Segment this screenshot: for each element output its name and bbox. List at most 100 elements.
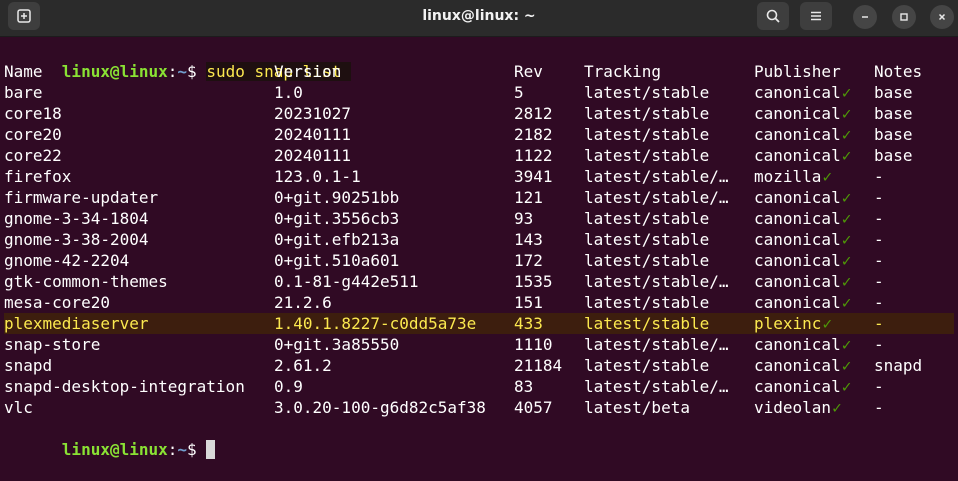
cell-version: 0+git.90251bb: [274, 188, 400, 207]
cell-name: gnome-3-34-1804: [4, 209, 149, 228]
cell-publisher: mozilla✓: [754, 166, 832, 187]
cell-tracking: latest/beta: [584, 398, 690, 417]
cell-publisher: canonical✓: [754, 187, 851, 208]
cell-rev: 1535: [514, 272, 553, 291]
cell-tracking: latest/stable: [584, 251, 710, 270]
cell-publisher: canonical✓: [754, 334, 851, 355]
cell-version: 20240111: [274, 125, 352, 144]
verified-check-icon: ✓: [841, 230, 852, 249]
cell-rev: 4057: [514, 398, 553, 417]
cell-name: snapd-desktop-integration: [4, 377, 245, 396]
publisher-name: canonical: [754, 125, 841, 144]
cell-publisher: canonical✓: [754, 376, 851, 397]
cell-rev: 1122: [514, 146, 553, 165]
cell-name: core18: [4, 104, 62, 123]
cell-version: 0+git.3556cb3: [274, 209, 400, 228]
table-row: snapd-desktop-integration 0.9 83 latest/sta…: [4, 376, 954, 397]
cell-version: 0+git.efb213a: [274, 230, 400, 249]
table-row: snapd 2.61.2 21184 latest/stable canonical✓ s…: [4, 355, 954, 376]
cell-rev: 143: [514, 230, 543, 249]
table-row: core22 20240111 1122 latest/stable canonical…: [4, 145, 954, 166]
publisher-name: canonical: [754, 83, 841, 102]
verified-check-icon: ✓: [841, 83, 852, 102]
publisher-name: canonical: [754, 293, 841, 312]
cell-notes: -: [874, 398, 884, 417]
cell-notes: -: [874, 314, 884, 333]
publisher-name: plexinc: [754, 314, 822, 333]
cell-tracking: latest/stable: [584, 104, 710, 123]
cell-rev: 151: [514, 293, 543, 312]
cell-publisher: canonical✓: [754, 82, 851, 103]
cell-publisher: canonical✓: [754, 355, 851, 376]
cell-name: core20: [4, 125, 62, 144]
cell-name: gnome-42-2204: [4, 251, 130, 270]
cell-name: core22: [4, 146, 62, 165]
cell-version: 0.1-81-g442e511: [274, 272, 419, 291]
cell-tracking: latest/stable: [584, 146, 710, 165]
minimize-button[interactable]: [853, 5, 877, 29]
verified-check-icon: ✓: [841, 377, 852, 396]
cell-version: 2.61.2: [274, 356, 332, 375]
cell-publisher: plexinc✓: [754, 313, 832, 334]
menu-button[interactable]: [800, 2, 832, 30]
cell-rev: 83: [514, 377, 534, 396]
search-button[interactable]: [757, 2, 789, 30]
cell-publisher: canonical✓: [754, 145, 851, 166]
cell-rev: 433: [514, 314, 543, 333]
cell-name: gnome-3-38-2004: [4, 230, 149, 249]
cell-rev: 93: [514, 209, 534, 228]
cell-tracking: latest/stable: [584, 209, 710, 228]
final-prompt-line: linux@linux:~$: [4, 418, 954, 459]
cell-name: bare: [4, 83, 43, 102]
cell-rev: 172: [514, 251, 543, 270]
cell-publisher: canonical✓: [754, 292, 851, 313]
command-prompt-line: linux@linux:~$ sudo snap list: [4, 40, 954, 81]
verified-check-icon: ✓: [841, 209, 852, 228]
close-button[interactable]: [930, 5, 954, 29]
cell-publisher: canonical✓: [754, 229, 851, 250]
verified-check-icon: ✓: [822, 314, 833, 333]
cell-tracking: latest/stable: [584, 230, 710, 249]
cell-rev: 21184: [514, 356, 563, 375]
publisher-name: canonical: [754, 188, 841, 207]
cell-notes: -: [874, 188, 884, 207]
cell-version: 0+git.3a85550: [274, 335, 400, 354]
cell-tracking: latest/stable: [584, 125, 710, 144]
table-row: snap-store 0+git.3a85550 1110 latest/stable…: [4, 334, 954, 355]
cell-notes: -: [874, 230, 884, 249]
cell-notes: -: [874, 293, 884, 312]
cell-name: mesa-core20: [4, 293, 110, 312]
cell-name: snap-store: [4, 335, 101, 354]
cell-tracking: latest/stable: [584, 83, 710, 102]
cell-notes: base: [874, 125, 913, 144]
header-name: Name: [4, 62, 43, 81]
prompt-colon: :: [167, 440, 178, 459]
table-row: bare 1.0 5 latest/stable canonical✓ base: [4, 82, 954, 103]
cell-version: 20231027: [274, 104, 352, 123]
cell-tracking: latest/stable/…: [584, 377, 729, 396]
table-row: mesa-core20 21.2.6 151 latest/stable canonic…: [4, 292, 954, 313]
cell-name: firmware-updater: [4, 188, 159, 207]
search-icon: [766, 9, 780, 23]
publisher-name: canonical: [754, 230, 841, 249]
cell-rev: 2182: [514, 125, 553, 144]
publisher-name: canonical: [754, 209, 841, 228]
verified-check-icon: ✓: [832, 398, 842, 417]
table-row: gnome-42-2204 0+git.510a601 172 latest/stab…: [4, 250, 954, 271]
cell-name: plexmediaserver: [4, 314, 149, 333]
table-row: firmware-updater 0+git.90251bb 121 latest/s…: [4, 187, 954, 208]
terminal-output[interactable]: linux@linux:~$ sudo snap list Name Versi…: [0, 37, 958, 459]
table-row: core18 20231027 2812 latest/stable canonical…: [4, 103, 954, 124]
verified-check-icon: ✓: [841, 251, 852, 270]
table-row: vlc 3.0.20-100-g6d82c5af38 4057 latest/beta…: [4, 397, 954, 418]
table-row: gtk-common-themes 0.1-81-g442e511 1535 late…: [4, 271, 954, 292]
maximize-button[interactable]: [892, 5, 916, 29]
cell-notes: -: [874, 377, 884, 396]
cell-version: 21.2.6: [274, 293, 332, 312]
cell-rev: 5: [514, 83, 524, 102]
cell-name: snapd: [4, 356, 53, 375]
cell-publisher: canonical✓: [754, 250, 851, 271]
close-icon: [938, 13, 946, 21]
verified-check-icon: ✓: [841, 335, 852, 354]
table-row: gnome-3-34-1804 0+git.3556cb3 93 latest/sta…: [4, 208, 954, 229]
